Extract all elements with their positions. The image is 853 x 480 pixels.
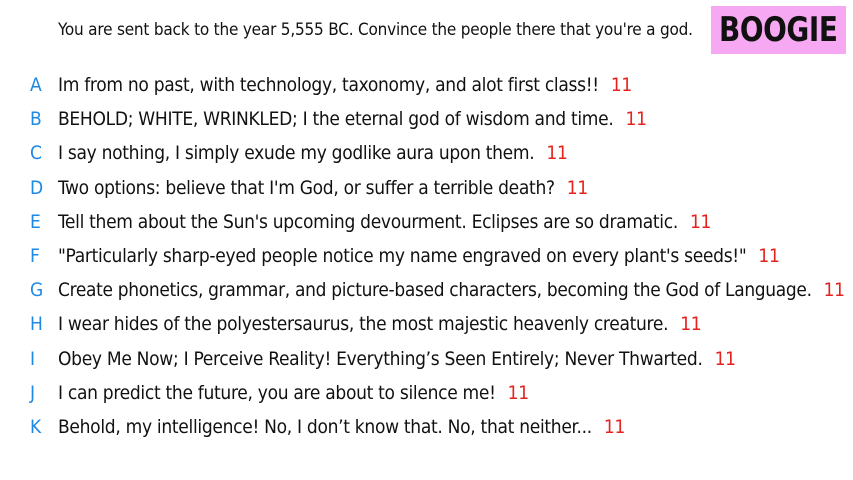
- answer-text: BEHOLD; WHITE, WRINKLED; I the eternal g…: [58, 108, 614, 131]
- answer-item-h[interactable]: H I wear hides of the polyestersaurus, t…: [0, 309, 853, 343]
- answer-item-e[interactable]: E Tell them about the Sun's upcoming dev…: [0, 207, 853, 241]
- answer-item-i[interactable]: I Obey Me Now; I Perceive Reality! Every…: [0, 344, 853, 378]
- answer-text: Im from no past, with technology, taxono…: [58, 74, 599, 96]
- answer-score: 11: [603, 415, 626, 438]
- answer-item-b[interactable]: B BEHOLD; WHITE, WRINKLED; I the eternal…: [0, 104, 853, 138]
- answer-score: 11: [507, 381, 529, 404]
- answer-text: I can predict the future, you are about …: [58, 381, 496, 404]
- answer-letter: J: [30, 381, 36, 404]
- answer-list: A Im from no past, with technology, taxo…: [0, 70, 853, 446]
- answer-score: 11: [758, 244, 780, 267]
- answer-text: I wear hides of the polyestersaurus, the…: [58, 313, 669, 336]
- answer-item-g[interactable]: G Create phonetics, grammar, and picture…: [0, 275, 853, 309]
- answer-score: 11: [823, 279, 845, 302]
- answer-score: 11: [610, 74, 633, 96]
- answer-score: 11: [714, 347, 736, 370]
- answer-score: 11: [566, 176, 588, 199]
- answer-letter: C: [30, 142, 42, 165]
- answer-item-c[interactable]: C I say nothing, I simply exude my godli…: [0, 138, 853, 172]
- answer-letter: H: [30, 313, 43, 336]
- answer-letter: E: [30, 210, 41, 233]
- answer-text: Create phonetics, grammar, and picture-b…: [58, 279, 812, 302]
- answer-letter: K: [30, 415, 42, 438]
- answer-letter: B: [30, 108, 42, 131]
- answer-letter: A: [30, 74, 42, 96]
- answer-text: Tell them about the Sun's upcoming devou…: [58, 210, 678, 233]
- answer-letter: F: [30, 244, 40, 267]
- answer-item-f[interactable]: F "Particularly sharp-eyed people notice…: [0, 241, 853, 275]
- answer-score: 11: [680, 313, 702, 336]
- answer-text: "Particularly sharp-eyed people notice m…: [58, 244, 747, 267]
- answer-score: 11: [546, 142, 568, 165]
- answer-item-d[interactable]: D Two options: believe that I'm God, or …: [0, 173, 853, 207]
- answer-letter: D: [30, 176, 44, 199]
- prompt-question: You are sent back to the year 5,555 BC. …: [58, 20, 693, 40]
- answer-letter: G: [30, 279, 44, 302]
- answer-item-a[interactable]: A Im from no past, with technology, taxo…: [0, 70, 853, 104]
- answer-score: 11: [689, 210, 712, 233]
- answer-score: 11: [625, 108, 647, 131]
- brand-badge: BOOGIE: [711, 6, 846, 54]
- answer-text: Obey Me Now; I Perceive Reality! Everyth…: [58, 347, 703, 370]
- answer-text: Two options: believe that I'm God, or su…: [58, 176, 555, 199]
- answer-item-k[interactable]: K Behold, my intelligence! No, I don’t k…: [0, 412, 853, 446]
- answer-text: Behold, my intelligence! No, I don’t kno…: [58, 415, 592, 438]
- brand-label: BOOGIE: [719, 10, 838, 50]
- answer-text: I say nothing, I simply exude my godlike…: [58, 142, 535, 165]
- answer-letter: I: [30, 347, 36, 370]
- answer-item-j[interactable]: J I can predict the future, you are abou…: [0, 378, 853, 412]
